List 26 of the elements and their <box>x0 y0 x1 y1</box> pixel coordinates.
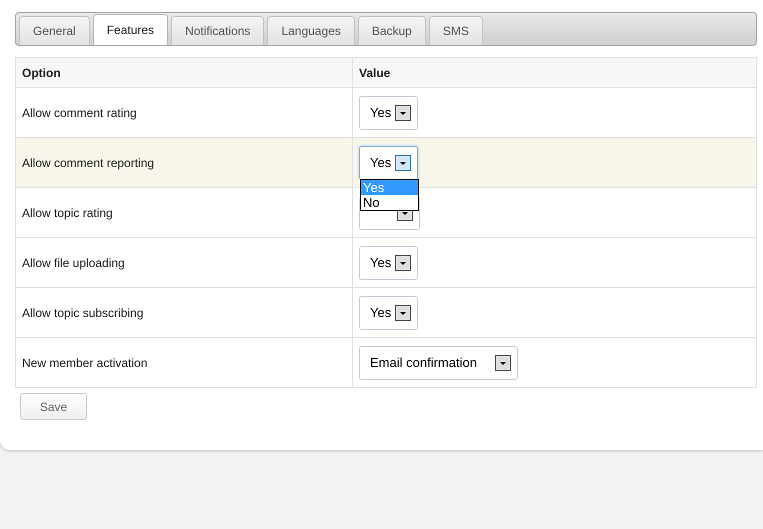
option-label: Allow file uploading <box>22 256 125 270</box>
column-header: Value <box>352 58 756 88</box>
select-field[interactable]: Yes <box>359 146 418 180</box>
select-value: Yes <box>370 304 392 322</box>
select-value: Yes <box>370 254 392 272</box>
select-field[interactable]: Yes <box>359 96 418 130</box>
dropdown-option[interactable]: No <box>361 194 418 210</box>
select-field[interactable]: Yes <box>359 246 418 280</box>
select-value: Yes <box>370 104 392 122</box>
tab[interactable]: Notifications <box>171 16 264 45</box>
option-label: Allow topic subscribing <box>22 306 144 320</box>
option-label: Allow comment rating <box>22 106 137 120</box>
option-label: Allow comment reporting <box>22 156 154 170</box>
column-header: Option <box>16 58 352 88</box>
select-field[interactable]: Yes <box>359 296 418 330</box>
select-value: Yes <box>370 154 392 172</box>
tab[interactable]: Languages <box>267 16 355 45</box>
tab[interactable]: Features <box>92 14 168 45</box>
save-button[interactable]: Save <box>20 393 87 420</box>
tab[interactable]: SMS <box>428 16 483 45</box>
select-field[interactable]: Email confirmation <box>359 346 518 380</box>
option-label: New member activation <box>22 356 148 370</box>
option-label: Allow topic rating <box>22 206 113 220</box>
tab[interactable]: General <box>19 16 90 45</box>
tab[interactable]: Backup <box>358 16 426 45</box>
select-value: Email confirmation <box>370 354 477 372</box>
